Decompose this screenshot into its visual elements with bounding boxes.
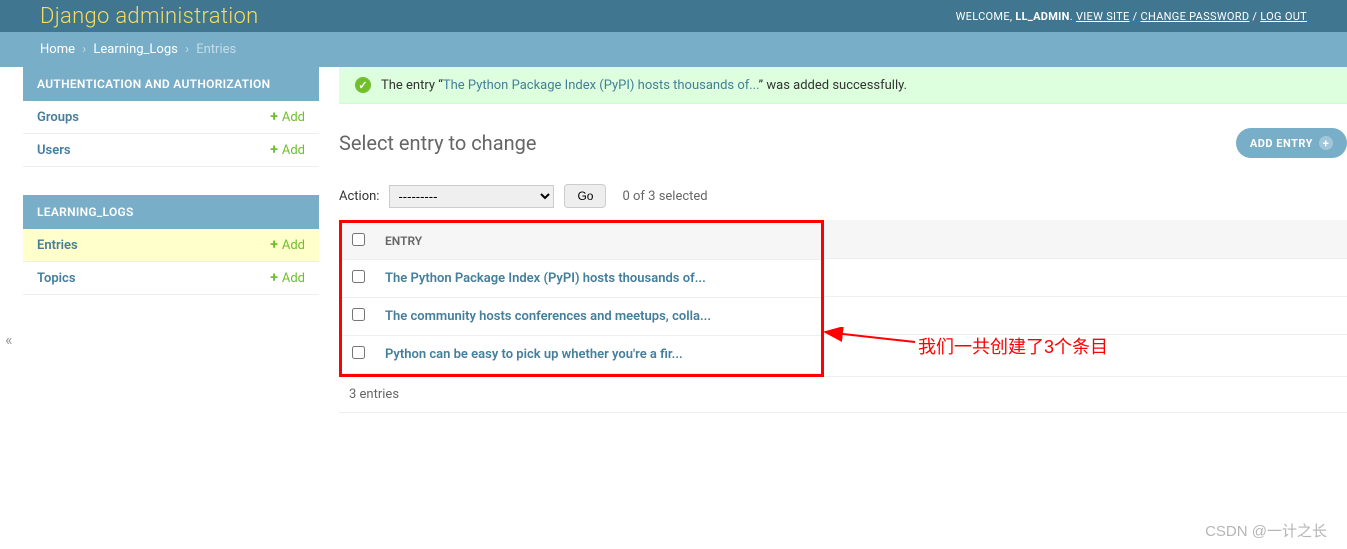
breadcrumb: Home › Learning_Logs › Entries [0,32,1347,67]
watermark: CSDN @一计之长 [1205,520,1327,541]
view-site-link[interactable]: VIEW SITE [1076,10,1130,23]
username: LL_ADMIN [1015,10,1069,23]
logout-link[interactable]: LOG OUT [1260,10,1307,23]
model-link-users[interactable]: Users [37,143,71,158]
message-prefix: The entry “ [381,78,443,93]
entry-link[interactable]: The community hosts conferences and meet… [385,309,711,324]
model-link-entries[interactable]: Entries [37,238,78,253]
add-entry-button[interactable]: ADD ENTRY + [1236,128,1347,158]
column-header-entry[interactable]: ENTRY [375,223,821,260]
row-checkbox[interactable] [352,270,365,283]
change-password-link[interactable]: CHANGE PASSWORD [1140,10,1249,23]
add-link-groups[interactable]: +Add [270,109,305,125]
table-row: The Python Package Index (PyPI) hosts th… [342,260,821,298]
module-caption-learninglogs: LEARNING_LOGS [23,195,319,229]
table-row: The community hosts conferences and meet… [342,298,821,336]
sidebar-item-entries: Entries +Add [23,229,319,262]
breadcrumb-current: Entries [196,42,236,57]
plus-icon: + [270,270,278,286]
sidebar-item-users: Users +Add [23,134,319,167]
sidebar: AUTHENTICATION AND AUTHORIZATION Groups … [23,67,319,413]
message-link[interactable]: The Python Package Index (PyPI) hosts th… [443,78,759,93]
annotation-text: 我们一共创建了3个条目 [918,333,1108,359]
collapse-sidebar-icon[interactable]: « [5,330,13,349]
action-label: Action: [339,189,379,204]
row-checkbox[interactable] [352,346,365,359]
table-row: Python can be easy to pick up whether yo… [342,336,821,374]
row-checkbox[interactable] [352,308,365,321]
actions-bar: Action: --------- Go 0 of 3 selected [339,178,1347,220]
breadcrumb-home[interactable]: Home [40,42,75,57]
plus-icon: + [270,109,278,125]
admin-header: Django administration WELCOME, LL_ADMIN.… [0,0,1347,32]
sidebar-item-groups: Groups +Add [23,101,319,134]
paginator: 3 entries [339,377,1347,413]
page-title: Select entry to change [339,131,536,155]
add-link-topics[interactable]: +Add [270,270,305,286]
plus-icon: + [270,142,278,158]
entry-link[interactable]: The Python Package Index (PyPI) hosts th… [385,271,706,286]
add-link-entries[interactable]: +Add [270,237,305,253]
success-message: ✓ The entry “The Python Package Index (P… [339,67,1347,104]
plus-icon: + [270,237,278,253]
entry-link[interactable]: Python can be easy to pick up whether yo… [385,347,683,362]
site-title[interactable]: Django administration [40,4,259,29]
add-link-users[interactable]: +Add [270,142,305,158]
results-table: ENTRY The Python Package Index (PyPI) ho… [342,223,821,374]
module-caption-auth: AUTHENTICATION AND AUTHORIZATION [23,67,319,101]
plus-icon: + [1319,136,1333,150]
action-select[interactable]: --------- [389,185,554,208]
content: ✓ The entry “The Python Package Index (P… [339,67,1347,413]
check-icon: ✓ [355,77,371,93]
breadcrumb-app[interactable]: Learning_Logs [93,42,177,57]
sidebar-item-topics: Topics +Add [23,262,319,295]
message-suffix: ” was added successfully. [758,78,907,93]
select-all-checkbox[interactable] [352,233,365,246]
welcome-text: WELCOME, [956,10,1013,23]
model-link-groups[interactable]: Groups [37,110,79,125]
annotated-box: ENTRY The Python Package Index (PyPI) ho… [339,220,824,377]
selection-counter: 0 of 3 selected [622,189,707,204]
go-button[interactable]: Go [564,184,606,208]
model-link-topics[interactable]: Topics [37,271,76,286]
user-tools: WELCOME, LL_ADMIN. VIEW SITE / CHANGE PA… [956,10,1307,23]
